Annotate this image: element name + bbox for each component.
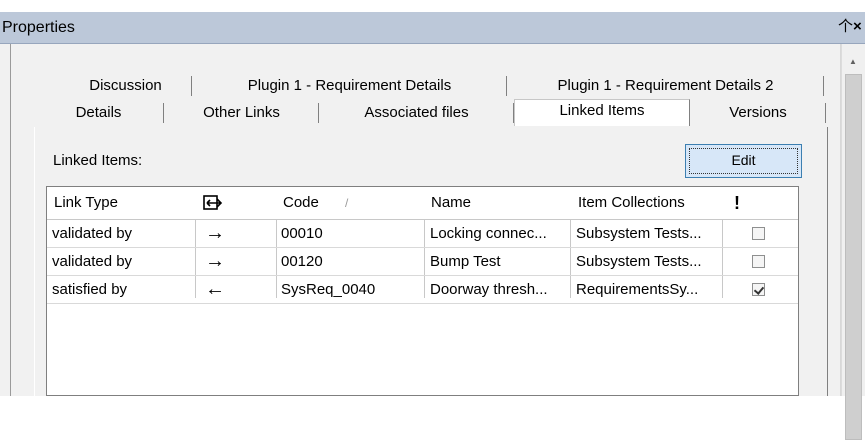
- tab-label: Plugin 1 - Requirement Details 2: [557, 77, 774, 94]
- tab-versions[interactable]: Versions: [691, 103, 826, 123]
- cell-code: 00010: [281, 225, 323, 242]
- tab-other-links[interactable]: Other Links: [165, 103, 319, 123]
- tab-linked-items[interactable]: Linked Items: [514, 99, 690, 126]
- window-title: Properties: [2, 19, 75, 36]
- tab-discussion[interactable]: Discussion: [60, 76, 192, 96]
- arrow-right-icon: →: [205, 222, 225, 244]
- row-checkbox[interactable]: [752, 283, 765, 296]
- cell-name: Bump Test: [430, 253, 501, 270]
- cell-item-collections: Subsystem Tests...: [576, 225, 702, 242]
- tab-label: Plugin 1 - Requirement Details: [247, 77, 452, 94]
- linked-items-label: Linked Items:: [53, 152, 143, 169]
- pin-icon[interactable]: 个: [838, 19, 853, 34]
- cell-link-type: validated by: [52, 225, 133, 242]
- cell-name: Doorway thresh...: [430, 281, 548, 298]
- cell-link-type: satisfied by: [52, 281, 128, 298]
- tab-label: Associated files: [364, 104, 469, 121]
- cell-name: Locking connec...: [430, 225, 547, 242]
- column-header-direction[interactable]: [203, 187, 269, 219]
- tab-label: Other Links: [203, 104, 280, 121]
- cell-item-collections: Subsystem Tests...: [576, 253, 702, 270]
- row-checkbox[interactable]: [752, 227, 765, 240]
- tab-plugin-1-requirement-details[interactable]: Plugin 1 - Requirement Details: [193, 76, 507, 96]
- column-header-name[interactable]: Name: [431, 187, 567, 219]
- window-titlebar: Properties 个 ×: [0, 12, 865, 44]
- row-checkbox[interactable]: [752, 255, 765, 268]
- panel-divider: [10, 44, 11, 396]
- table-row[interactable]: validated by → 00120 Bump Test Subsystem…: [47, 248, 798, 276]
- tab-label: Details: [75, 104, 122, 121]
- table-row[interactable]: validated by → 00010 Locking connec... S…: [47, 220, 798, 248]
- sort-indicator: /: [345, 196, 349, 210]
- link-direction-icon: [203, 195, 223, 210]
- cell-code: 00120: [281, 253, 323, 270]
- table-header: Link Type Code / Name Item Collections !: [47, 187, 798, 220]
- tab-label: Versions: [729, 104, 787, 121]
- tab-associated-files[interactable]: Associated files: [320, 103, 514, 123]
- close-icon[interactable]: ×: [853, 19, 862, 34]
- column-header-flag[interactable]: !: [734, 187, 764, 219]
- tab-label: Discussion: [89, 77, 162, 94]
- scroll-thumb[interactable]: [845, 74, 862, 440]
- cell-link-type: validated by: [52, 253, 133, 270]
- column-header-item-collections[interactable]: Item Collections: [578, 187, 721, 219]
- column-header-code-label: Code: [283, 194, 319, 211]
- scroll-up-icon[interactable]: ▲: [849, 57, 857, 66]
- column-header-link-type[interactable]: Link Type: [54, 187, 192, 219]
- focus-rectangle: [689, 148, 798, 174]
- tab-details[interactable]: Details: [34, 103, 164, 123]
- linked-items-grid[interactable]: Link Type Code / Name Item Collections !…: [46, 186, 799, 396]
- edit-button[interactable]: Edit: [685, 144, 802, 178]
- arrow-left-icon: ←: [205, 278, 225, 300]
- cell-item-collections: RequirementsSy...: [576, 281, 699, 298]
- tab-label: Linked Items: [559, 102, 645, 119]
- cell-code: SysReq_0040: [281, 281, 376, 298]
- tab-plugin-1-requirement-details-2[interactable]: Plugin 1 - Requirement Details 2: [508, 76, 824, 96]
- vertical-scrollbar[interactable]: ▲: [841, 44, 865, 440]
- arrow-right-icon: →: [205, 250, 225, 272]
- column-header-code[interactable]: Code /: [283, 187, 383, 219]
- table-row[interactable]: satisfied by ← SysReq_0040 Doorway thres…: [47, 276, 798, 304]
